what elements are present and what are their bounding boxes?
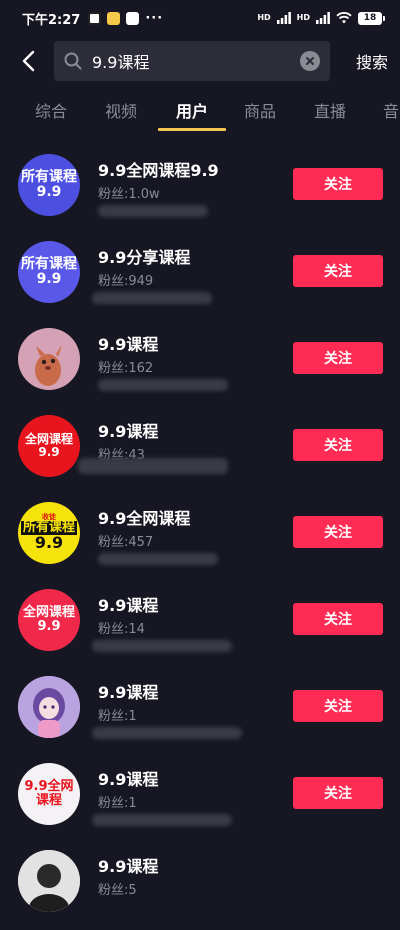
fans-count: 粉丝:14 — [98, 622, 145, 637]
notification-icons — [88, 11, 140, 25]
user-row[interactable]: 全网课程 9.9 9.9课程 粉丝:14 关注 — [0, 582, 400, 669]
follow-button[interactable]: 关注 — [293, 255, 383, 287]
avatar-text: 9.9 — [34, 533, 64, 553]
tab-videos[interactable]: 视频 — [105, 88, 137, 132]
fans-count: 粉丝:5 — [98, 883, 137, 898]
result-tabs: 综合 视频 用户 商品 直播 音 — [0, 88, 400, 132]
status-bar: 下午2:27 ··· HD HD 18 — [0, 0, 400, 36]
fans-count: 粉丝:457 — [98, 535, 154, 550]
hd-label: HD — [257, 13, 271, 22]
avatar[interactable]: 全网课程 9.9 — [18, 589, 80, 651]
follow-button[interactable]: 关注 — [293, 168, 383, 200]
battery-icon: 18 — [358, 11, 385, 25]
user-row[interactable]: 9.9课程 粉丝:5 — [0, 843, 400, 930]
follow-button[interactable]: 关注 — [293, 516, 383, 548]
user-name[interactable]: 9.9课程 — [98, 679, 158, 703]
avatar[interactable]: 所有课程 9.9 — [18, 154, 80, 216]
search-box[interactable] — [54, 41, 330, 81]
status-indicators: HD HD 18 — [257, 11, 385, 25]
user-row[interactable]: 9.9全网 课程 9.9课程 粉丝:1 关注 — [0, 756, 400, 843]
user-name[interactable]: 9.9课程 — [98, 331, 158, 355]
tab-music[interactable]: 音 — [383, 88, 399, 132]
blurred-text — [92, 727, 242, 739]
user-name[interactable]: 9.9课程 — [98, 766, 158, 790]
follow-button[interactable]: 关注 — [293, 603, 383, 635]
clear-search-button[interactable] — [300, 51, 320, 71]
avatar-text: 9.9 — [36, 271, 62, 287]
user-name[interactable]: 9.9课程 — [98, 418, 158, 442]
avatar-text: 所有课程 — [21, 169, 77, 186]
blurred-text — [92, 640, 232, 652]
tab-products[interactable]: 商品 — [244, 88, 276, 132]
avatar[interactable] — [18, 850, 80, 912]
user-name[interactable]: 9.9课程 — [98, 592, 158, 616]
avatar-text: 9.9 — [37, 619, 61, 634]
user-name[interactable]: 9.9课程 — [98, 853, 158, 877]
follow-button[interactable]: 关注 — [293, 777, 383, 809]
user-row[interactable]: 所有课程 9.9 9.9全网课程9.9 粉丝:1.0w 关注 — [0, 147, 400, 234]
active-tab-indicator — [158, 128, 226, 131]
signal-icon — [276, 12, 291, 24]
user-row[interactable]: 9.9课程 粉丝:1 关注 — [0, 669, 400, 756]
avatar-text: 9.9 — [36, 184, 62, 200]
status-time: 下午2:27 — [22, 12, 81, 28]
user-name[interactable]: 9.9全网课程9.9 — [98, 157, 219, 181]
fans-count: 粉丝:162 — [98, 361, 154, 376]
chevron-left-icon — [22, 50, 35, 72]
blurred-text — [98, 205, 208, 217]
avatar-text: 课程 — [35, 793, 62, 808]
tab-users[interactable]: 用户 — [176, 88, 208, 132]
search-button[interactable]: 搜索 — [356, 49, 388, 73]
avatar[interactable] — [18, 328, 80, 390]
search-icon — [64, 52, 82, 70]
blurred-text — [92, 292, 212, 304]
signal-icon — [316, 12, 330, 24]
search-header: 搜索 — [0, 38, 400, 84]
person-avatar-icon — [18, 850, 80, 912]
more-notifications-icon: ··· — [145, 10, 164, 26]
user-row[interactable]: 所有课程 9.9 9.9分享课程 粉丝:949 关注 — [0, 234, 400, 321]
cartoon-avatar-icon — [35, 345, 62, 386]
avatar-text: 9.9 — [38, 445, 60, 459]
tab-live[interactable]: 直播 — [314, 88, 346, 132]
blurred-text — [78, 458, 228, 474]
avatar[interactable]: 9.9全网 课程 — [18, 763, 80, 825]
avatar[interactable]: 所有课程 9.9 — [18, 241, 80, 303]
user-row[interactable]: 全网课程 9.9 9.9课程 粉丝:43 关注 — [0, 408, 400, 495]
follow-button[interactable]: 关注 — [293, 429, 383, 461]
follow-button[interactable]: 关注 — [293, 342, 383, 374]
blurred-text — [92, 814, 232, 826]
avatar[interactable]: 收徒 所有课程 9.9 — [18, 502, 80, 564]
hd-label: HD — [296, 13, 310, 22]
tab-comprehensive[interactable]: 综合 — [35, 88, 67, 132]
anime-girl-avatar-icon — [18, 676, 80, 738]
wifi-icon — [336, 12, 352, 24]
user-row[interactable]: 9.9课程 粉丝:162 关注 — [0, 321, 400, 408]
fans-count: 粉丝:1 — [98, 709, 137, 724]
avatar-text: 9.9全网 — [24, 779, 74, 795]
fans-count: 粉丝:1 — [98, 796, 137, 811]
avatar[interactable]: 全网课程 9.9 — [18, 415, 80, 477]
app-notification-icon — [107, 11, 121, 25]
follow-button[interactable]: 关注 — [293, 690, 383, 722]
user-row[interactable]: 收徒 所有课程 9.9 9.9全网课程 粉丝:457 关注 — [0, 495, 400, 582]
app-notification-icon — [126, 11, 140, 25]
search-input[interactable] — [90, 50, 300, 72]
user-name[interactable]: 9.9全网课程 — [98, 505, 190, 529]
app-notification-icon — [88, 11, 102, 25]
blurred-text — [98, 379, 228, 391]
avatar-text: 全网课程 — [22, 605, 75, 621]
blurred-text — [98, 553, 218, 565]
avatar[interactable] — [18, 676, 80, 738]
fans-count: 粉丝:1.0w — [98, 187, 160, 202]
fans-count: 粉丝:949 — [98, 274, 154, 289]
avatar-text: 所有课程 — [21, 256, 77, 273]
user-name[interactable]: 9.9分享课程 — [98, 244, 190, 268]
back-button[interactable] — [14, 41, 42, 81]
close-icon — [306, 57, 314, 65]
